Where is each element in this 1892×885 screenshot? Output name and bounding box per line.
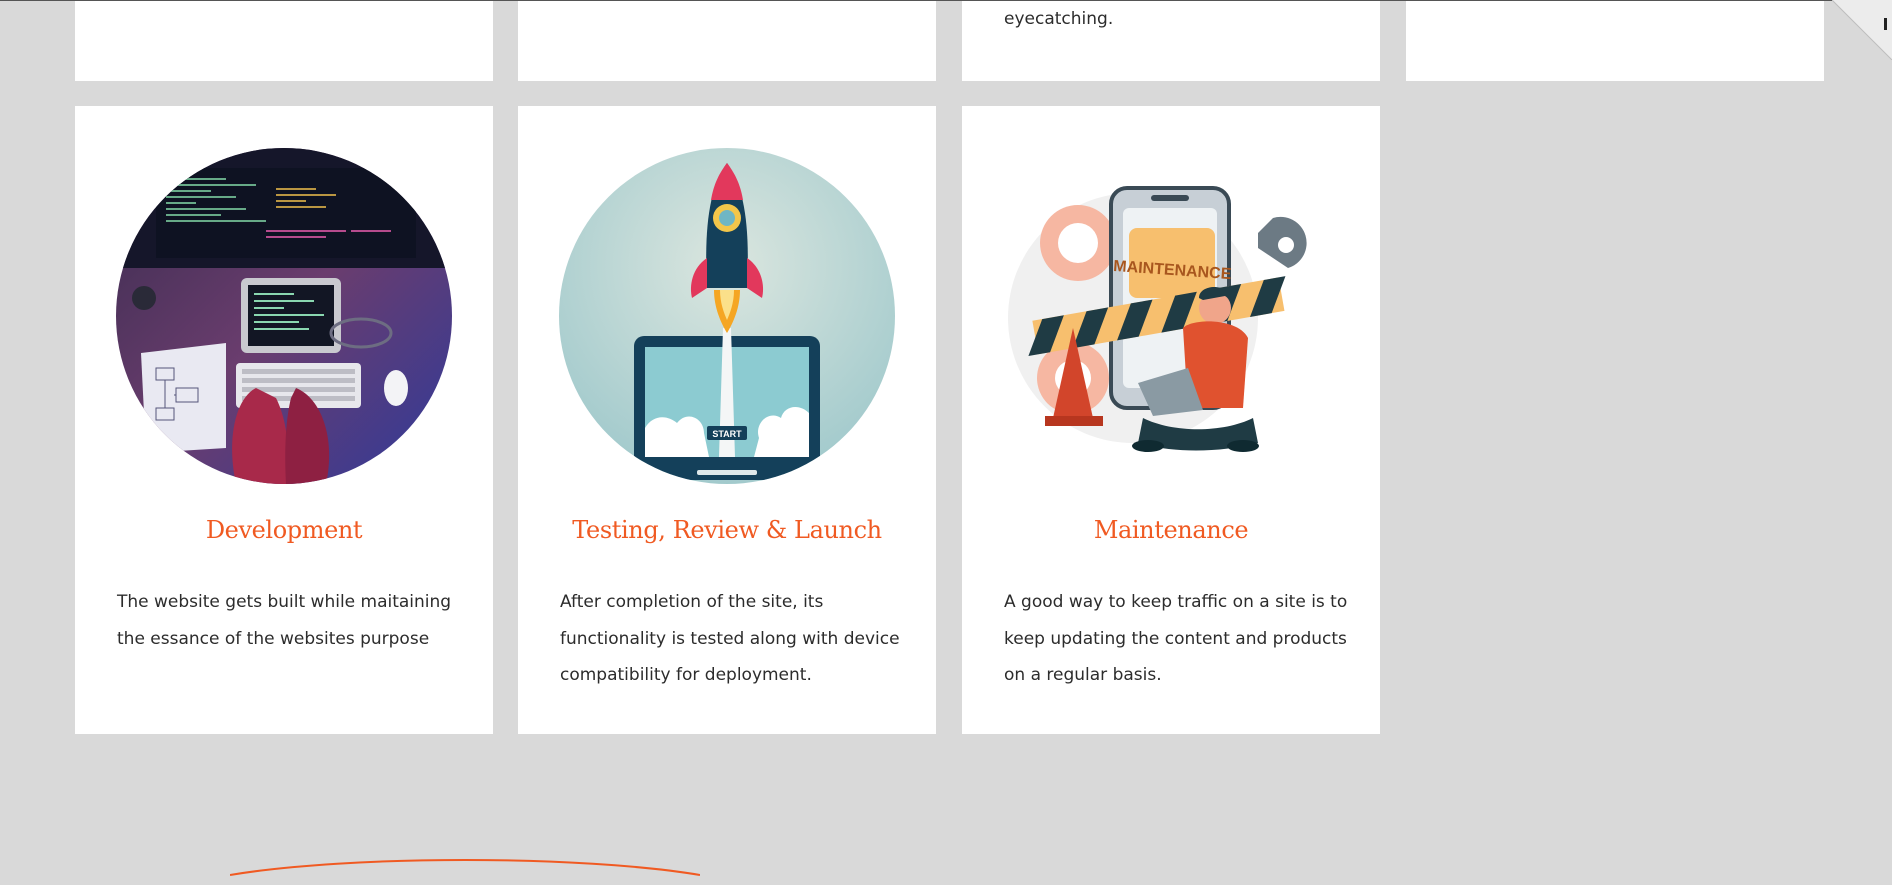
- step-description: The website gets built while maitaining …: [117, 592, 452, 649]
- rocket-launch-illustration: START: [559, 148, 895, 484]
- process-card-maintenance: MAINTENANCE Maintenance A good way to ke…: [962, 106, 1380, 734]
- process-card-top-2: [518, 1, 936, 81]
- process-card-top-4: [1406, 1, 1824, 81]
- step-title: Testing, Review & Launch: [572, 516, 882, 544]
- step-title: Maintenance: [1093, 516, 1249, 544]
- corner-fold-icon[interactable]: [1832, 0, 1892, 60]
- step-title: Development: [205, 516, 363, 544]
- decorative-arc: [230, 859, 700, 876]
- process-card-development: Development The website gets built while…: [75, 106, 493, 734]
- rocket-launch-image: START: [559, 148, 895, 484]
- step-description: After completion of the site, its functi…: [560, 592, 900, 685]
- maintenance-illustration: MAINTENANCE: [1008, 186, 1307, 452]
- process-card-top-3: eyecatching.: [962, 1, 1380, 81]
- developer-desk-illustration: [116, 148, 452, 484]
- developer-desk-image: [116, 148, 452, 484]
- start-label: START: [712, 429, 742, 439]
- process-card-testing: START Testing, Review & Launch After com…: [518, 106, 936, 734]
- process-card-top-1: [75, 1, 493, 81]
- step-description: A good way to keep traffic on a site is …: [1004, 592, 1348, 685]
- process-card-text: eyecatching.: [1004, 9, 1114, 29]
- maintenance-image: MAINTENANCE: [1003, 148, 1339, 484]
